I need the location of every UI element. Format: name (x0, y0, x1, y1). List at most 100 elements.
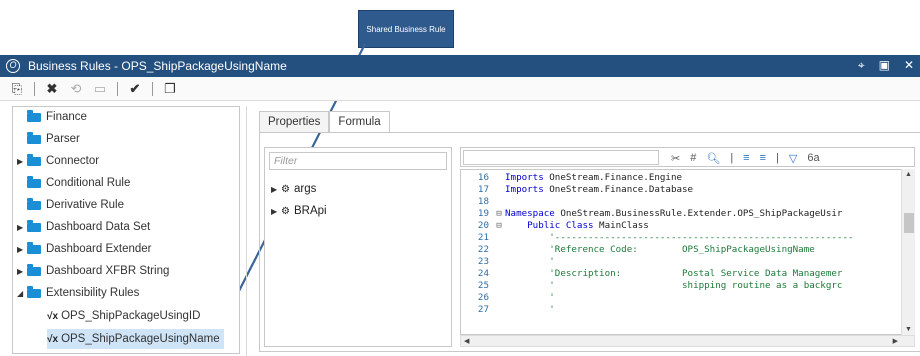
pin-icon[interactable]: ⌖ (858, 58, 865, 73)
code-line: 19 ⊟ Namespace OneStream.BusinessRule.Exte… (461, 208, 901, 219)
code-token: Imports (505, 184, 550, 195)
folder-icon (27, 175, 41, 188)
expand-caret-icon[interactable]: ▶ (17, 245, 27, 254)
line-number: 18 (477, 196, 489, 207)
tree-item-label: OPS_ShipPackageUsingID (61, 310, 201, 322)
object-browser-item[interactable]: ▶ ⚙ args (271, 180, 316, 198)
expand-caret-icon[interactable]: ▶ (17, 223, 27, 232)
expand-caret-icon[interactable]: ▶ (17, 267, 27, 276)
rule-detail-area: Properties Formula Filter ▶ ⚙ args ▶ ⚙ B… (246, 106, 920, 356)
expand-caret-icon[interactable]: ▶ (271, 185, 281, 194)
code-token: OneStream.BusinessRule.Extender.OPS_Ship… (560, 208, 843, 219)
comment-icon[interactable]: ✂ (671, 152, 680, 165)
business-rules-tree: Finance Parser ▶ Connector Conditional R… (12, 106, 240, 354)
code-token: Namespace (505, 208, 561, 219)
fold-marker (493, 184, 505, 195)
tab-properties[interactable]: Properties (259, 111, 330, 133)
close-icon[interactable]: ✕ (904, 58, 914, 73)
tree-item-label: Dashboard Data Set (46, 221, 151, 233)
validate-icon[interactable]: ✔ (126, 80, 144, 98)
line-number: 19 (477, 208, 489, 219)
folder-icon (27, 263, 41, 276)
copy-icon[interactable]: ❐ (161, 80, 179, 98)
code-line: 22 'Reference Code: OPS_ShipPackageUsing… (461, 244, 901, 255)
code-token: Imports (505, 172, 550, 183)
folder-icon (27, 197, 41, 210)
expand-caret-icon[interactable]: ▶ (17, 157, 27, 166)
vertical-scrollbar[interactable]: ▲ ▼ (901, 169, 915, 335)
fold-marker (493, 232, 505, 243)
indent-icon[interactable]: ≡ (743, 152, 749, 164)
line-number: 24 (477, 268, 489, 279)
object-label: BRApi (293, 205, 327, 217)
line-number: 26 (477, 292, 489, 303)
toolbar-separator (117, 81, 118, 96)
restore-icon[interactable]: ▣ (879, 58, 890, 73)
line-number: 25 (477, 280, 489, 291)
formula-icon: √x (47, 333, 59, 345)
code-line: 16 Imports OneStream.Finance.Engine (461, 172, 901, 183)
delete-icon[interactable]: ✖ (43, 80, 61, 98)
scroll-thumb[interactable] (904, 213, 914, 233)
scroll-left-icon[interactable]: ◀ (464, 337, 469, 345)
code-line: 25 ' shipping routine as a backgrc (461, 280, 901, 291)
line-number: 22 (477, 244, 489, 255)
code-token: OneStream.Finance.Engine (549, 172, 683, 183)
tree-item[interactable]: ▶ Dashboard XFBR String (17, 261, 169, 281)
fold-marker (493, 172, 505, 183)
tree-item[interactable]: ▶ Connector (17, 151, 99, 171)
hash-icon[interactable]: # (690, 152, 696, 164)
code-text-area[interactable]: 16 Imports OneStream.Finance.Engine 17 Impo… (460, 169, 915, 335)
toolbar-separator: | (730, 152, 734, 164)
folder-icon (27, 285, 41, 298)
formula-icon: √x (47, 310, 59, 322)
new-rule-icon[interactable]: ⎘ (8, 80, 26, 98)
collapse-caret-icon[interactable]: ◢ (17, 289, 27, 298)
filter-input[interactable]: Filter (269, 152, 447, 170)
rules-toolbar: ⎘ ✖ ⟲ ▭ ✔ ❐ (0, 77, 920, 101)
revert-icon[interactable]: ⟲ (67, 80, 85, 98)
namespace-icon: ⚙ (281, 183, 290, 195)
folder-icon (27, 131, 41, 144)
tab-formula[interactable]: Formula (329, 111, 390, 133)
expand-caret-icon[interactable]: ▶ (271, 207, 281, 216)
line-number: 20 (477, 220, 489, 231)
window-title: Business Rules - OPS_ShipPackageUsingNam… (28, 59, 287, 73)
tree-item[interactable]: ◢ Extensibility Rules (17, 283, 139, 303)
fold-marker (493, 304, 505, 315)
scroll-down-icon[interactable]: ▼ (905, 326, 912, 333)
tree-item-label: Parser (46, 133, 80, 145)
fold-marker[interactable]: ⊟ (493, 208, 505, 219)
filter-icon[interactable]: ▽ (789, 152, 797, 165)
tree-item[interactable]: Conditional Rule (17, 173, 130, 193)
wrap-icon[interactable]: 6a (807, 152, 819, 164)
tree-item[interactable]: Finance (17, 107, 87, 127)
detail-tabs: Properties Formula (259, 111, 390, 133)
tree-item-label: Derivative Rule (46, 199, 124, 211)
editor-toolbar: ✂ # 🔍︎ | ≡ ≡ | ▽ 6a (460, 147, 915, 167)
line-number: 16 (477, 172, 489, 183)
code-line: 24 'Description: Postal Service Data Man… (461, 268, 901, 279)
tree-item[interactable]: Derivative Rule (17, 195, 124, 215)
code-line: 20 ⊟ Public Class MainClass (461, 220, 901, 231)
horizontal-scrollbar[interactable]: ◀ ▶ (460, 335, 915, 347)
window-titlebar: O Business Rules - OPS_ShipPackageUsingN… (0, 55, 920, 77)
save-icon[interactable]: ▭ (91, 80, 109, 98)
tree-item[interactable]: ▶ Dashboard Extender (17, 239, 151, 259)
code-line: 18 (461, 196, 901, 207)
code-token: ' (505, 256, 555, 267)
fold-marker (493, 196, 505, 207)
find-icon[interactable]: 🔍︎ (706, 152, 720, 165)
outdent-icon[interactable]: ≡ (760, 152, 766, 164)
tree-item[interactable]: ▶ Dashboard Data Set (17, 217, 150, 237)
object-browser-item[interactable]: ▶ ⚙ BRApi (271, 202, 327, 220)
scroll-up-icon[interactable]: ▲ (905, 171, 912, 178)
fold-marker[interactable]: ⊟ (493, 220, 505, 231)
tree-item-rule[interactable]: √x OPS_ShipPackageUsingID (47, 306, 200, 326)
scroll-right-icon[interactable]: ▶ (893, 337, 898, 345)
editor-search-input[interactable] (463, 150, 659, 165)
tree-item[interactable]: Parser (17, 129, 80, 149)
code-token: OneStream.Finance.Database (549, 184, 694, 195)
tree-item-rule-selected[interactable]: √x OPS_ShipPackageUsingName (47, 329, 224, 349)
folder-icon (27, 109, 41, 122)
